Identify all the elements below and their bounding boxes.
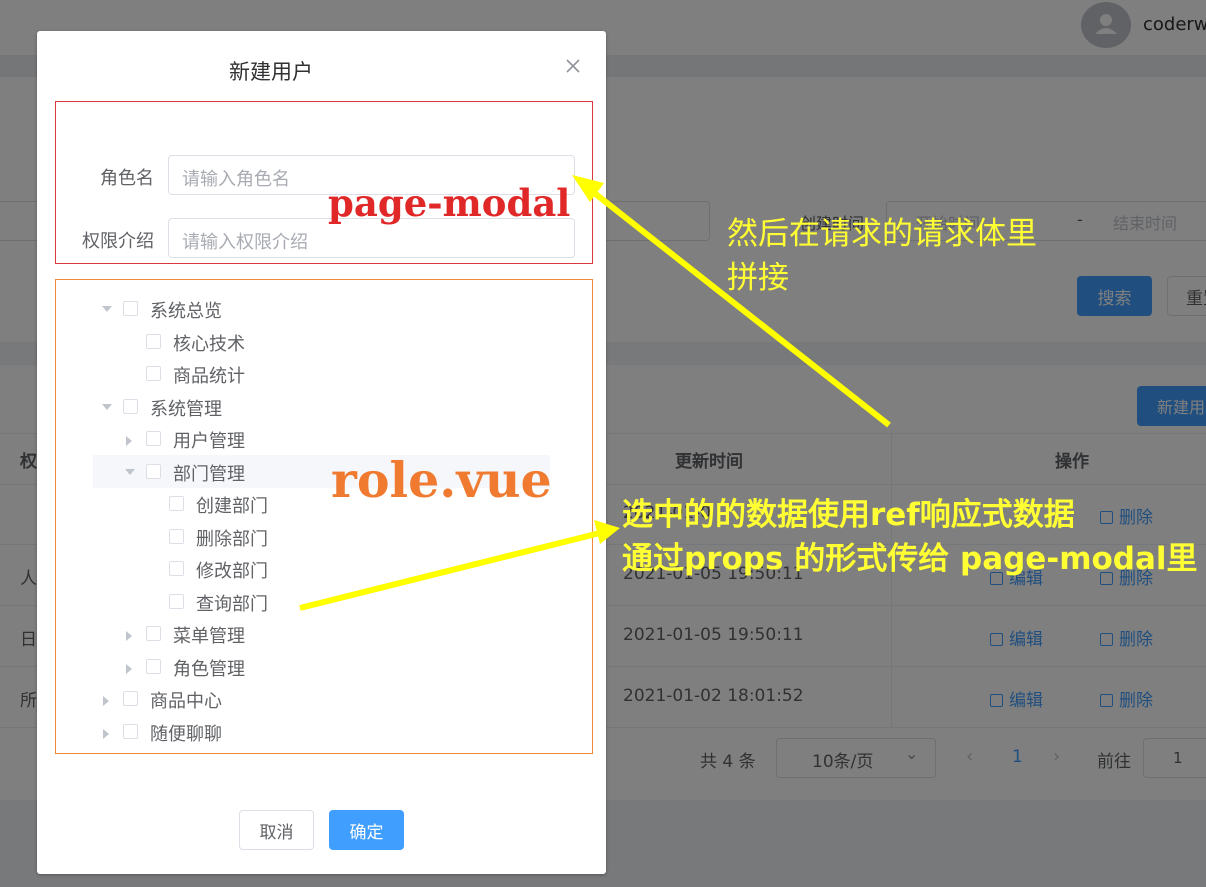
caret-right-icon[interactable] [126,663,132,674]
close-icon[interactable] [565,58,581,74]
tree-node-label[interactable]: 部门管理 [173,460,245,486]
tree-checkbox[interactable] [169,561,184,576]
tree-checkbox[interactable] [169,593,184,609]
role-name-placeholder: 请输入角色名 [182,169,290,190]
cancel-button[interactable]: 取消 [239,810,314,850]
tree-checkbox[interactable] [123,723,138,739]
tree-node-label[interactable]: 系统管理 [150,395,222,421]
caret-down-icon[interactable] [125,468,135,475]
tree-node-label[interactable]: 菜单管理 [173,622,245,648]
intro-placeholder: 请输入权限介绍 [182,232,308,253]
tree-checkbox[interactable] [146,333,161,349]
tree-node-label[interactable]: 随便聊聊 [150,720,222,746]
tree-node-label[interactable]: 创建部门 [196,492,268,518]
tree-node-label[interactable]: 用户管理 [173,427,245,453]
tree-node-label[interactable]: 删除部门 [196,525,268,551]
confirm-button[interactable]: 确定 [329,810,404,850]
tree-checkbox[interactable] [146,463,161,479]
intro-label: 权限介绍 [82,231,154,252]
tree-checkbox[interactable] [169,496,184,511]
annotation-page-modal: page-modal [328,181,571,225]
tree-node-label[interactable]: 查询部门 [196,590,268,616]
tree-checkbox[interactable] [146,431,161,446]
tree-node-label[interactable]: 系统总览 [150,297,222,323]
caret-down-icon[interactable] [102,306,112,312]
tree-checkbox[interactable] [123,398,138,414]
permission-tree-highlight [55,279,593,754]
tree-checkbox[interactable] [146,366,161,381]
caret-down-icon[interactable] [102,403,112,410]
annotation-note-1: 然后在请求的请求体里 [727,216,1037,252]
tree-node-label[interactable]: 商品中心 [150,687,222,713]
tree-node-label[interactable]: 商品统计 [173,362,245,388]
annotation-note-2: 选中的的数据使用ref响应式数据 [622,497,1075,533]
tree-checkbox[interactable] [123,301,138,316]
annotation-note-1b: 拼接 [727,260,789,296]
tree-node-label[interactable]: 核心技术 [173,330,245,356]
caret-right-icon[interactable] [103,696,109,706]
tree-checkbox[interactable] [146,626,161,641]
dialog-title: 新建用户 [229,60,313,84]
caret-right-icon[interactable] [103,728,109,739]
caret-right-icon[interactable] [126,631,132,641]
tree-checkbox[interactable] [123,691,138,706]
annotation-note-2b: 通过props 的形式传给 page-modal里 [622,541,1198,577]
tree-checkbox[interactable] [146,658,161,674]
tree-checkbox[interactable] [169,528,184,544]
role-name-label: 角色名 [100,168,154,189]
caret-right-icon[interactable] [126,436,132,446]
tree-node-label[interactable]: 修改部门 [196,557,268,583]
tree-node-label[interactable]: 角色管理 [173,655,245,681]
annotation-role-vue: role.vue [331,451,552,509]
